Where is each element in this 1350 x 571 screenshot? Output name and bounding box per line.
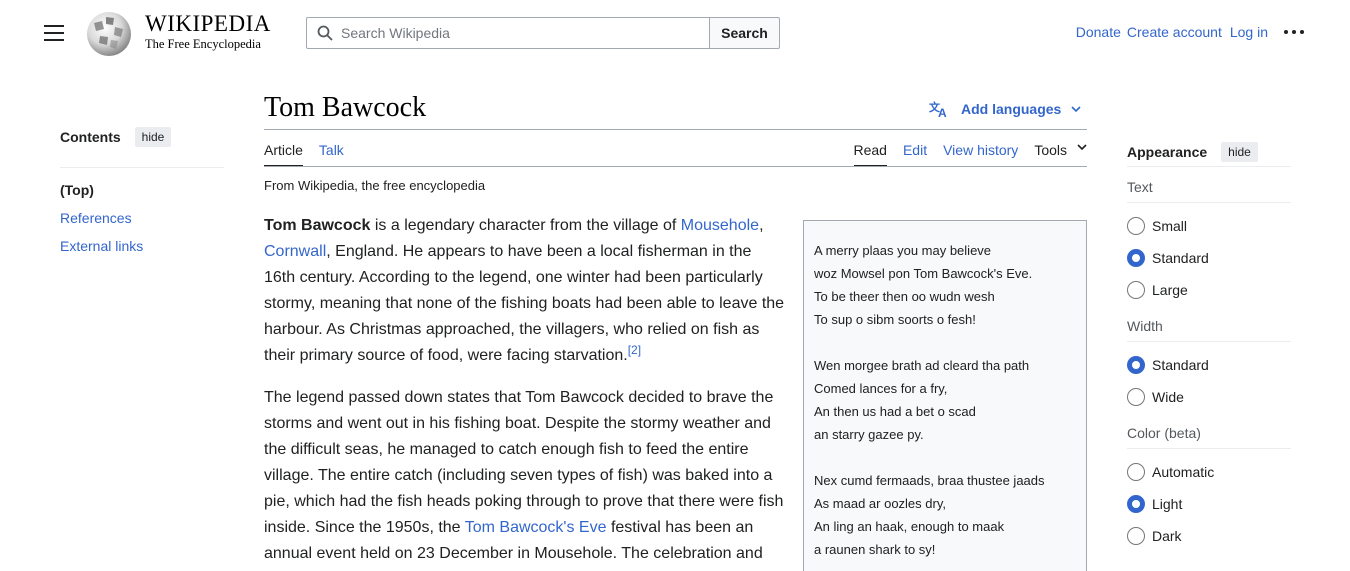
- subject-bold: Tom Bawcock: [264, 217, 371, 234]
- radio-button[interactable]: [1127, 463, 1145, 481]
- header: WIKIPEDIA The Free Encyclopedia Search D…: [0, 0, 1350, 66]
- log-in-link[interactable]: Log in: [1230, 24, 1268, 40]
- poem-line: To be theer then oo wudn wesh: [814, 289, 995, 304]
- width-label: Width: [1127, 316, 1291, 342]
- radio-button-selected[interactable]: [1127, 249, 1145, 267]
- poem-line: Wen morgee brath ad cleard tha path: [814, 358, 1030, 373]
- poem-line: A merry plaas you may believe: [814, 243, 992, 258]
- poem-stanza: Nex cumd fermaads, braa thustee jaads As…: [814, 469, 1076, 561]
- poem-line: An ling an haak, enough to maak: [814, 519, 1005, 534]
- wordmark-subtitle: The Free Encyclopedia: [145, 37, 261, 51]
- radio-button-selected[interactable]: [1127, 495, 1145, 513]
- donate-link[interactable]: Donate: [1076, 24, 1121, 40]
- radio-button[interactable]: [1127, 388, 1145, 406]
- tab-read[interactable]: Read: [853, 141, 887, 167]
- link-tom-bawcocks-eve[interactable]: Tom Bawcock's Eve: [465, 519, 607, 536]
- chevron-down-icon: [1071, 106, 1081, 113]
- namespace-tabs: Article Talk: [264, 141, 360, 167]
- search-box: [306, 17, 710, 49]
- poem-line: To sup o sibm soorts o fesh!: [814, 312, 976, 327]
- color-light-option[interactable]: Light: [1127, 488, 1291, 520]
- tabs-divider: [264, 166, 1087, 167]
- wikipedia-wordmark[interactable]: WIKIPEDIA The Free Encyclopedia: [145, 11, 271, 52]
- search-button[interactable]: Search: [709, 17, 780, 49]
- color-label: Color (beta): [1127, 423, 1291, 449]
- radio-button[interactable]: [1127, 281, 1145, 299]
- link-mousehole[interactable]: Mousehole: [681, 217, 759, 234]
- toc-item-external-links[interactable]: External links: [60, 236, 224, 264]
- text-size-standard-option[interactable]: Standard: [1127, 242, 1291, 274]
- toc-hide-button[interactable]: hide: [134, 127, 172, 147]
- toc-list: (Top) References External links: [60, 180, 224, 264]
- tab-edit[interactable]: Edit: [903, 141, 927, 167]
- page-title: Tom Bawcock: [264, 92, 427, 123]
- add-languages-button[interactable]: 文 A Add languages: [929, 100, 1081, 118]
- poem-box: A merry plaas you may believe woz Mowsel…: [803, 220, 1087, 571]
- user-links: Donate Create account Log in: [1070, 24, 1304, 40]
- color-dark-option[interactable]: Dark: [1127, 520, 1291, 552]
- radio-button[interactable]: [1127, 217, 1145, 235]
- poem-line: woz Mowsel pon Tom Bawcock's Eve.: [814, 266, 1033, 281]
- poem-line: As maad ar oozles dry,: [814, 496, 946, 511]
- poem-line: Comed lances for a fry,: [814, 381, 948, 396]
- paragraph-2: The legend passed down states that Tom B…: [264, 389, 784, 562]
- poem-line: an starry gazee py.: [814, 427, 924, 442]
- poem-stanza: Wen morgee brath ad cleard tha path Come…: [814, 354, 1076, 446]
- more-options-icon[interactable]: [1284, 24, 1304, 40]
- poem-stanza: A merry plaas you may believe woz Mowsel…: [814, 239, 1076, 331]
- tab-talk[interactable]: Talk: [319, 141, 344, 167]
- text-size-group: Text Small Standard Large: [1127, 177, 1291, 306]
- toc-item-references[interactable]: References: [60, 208, 224, 236]
- radio-button[interactable]: [1127, 527, 1145, 545]
- create-account-link[interactable]: Create account: [1127, 24, 1222, 40]
- table-of-contents: Contents hide (Top) References External …: [60, 127, 224, 264]
- text-size-small-option[interactable]: Small: [1127, 210, 1291, 242]
- poem-line: An then us had a bet o scad: [814, 404, 976, 419]
- view-tabs: Read Edit View history Tools: [838, 141, 1088, 167]
- toc-header: Contents hide: [60, 127, 224, 168]
- toc-title: Contents: [60, 129, 121, 145]
- main-menu-button[interactable]: [44, 25, 64, 41]
- color-automatic-option[interactable]: Automatic: [1127, 456, 1291, 488]
- radio-button-selected[interactable]: [1127, 356, 1145, 374]
- width-standard-option[interactable]: Standard: [1127, 349, 1291, 381]
- width-wide-option[interactable]: Wide: [1127, 381, 1291, 413]
- appearance-header: Appearance hide: [1127, 137, 1291, 167]
- text-size-large-option[interactable]: Large: [1127, 274, 1291, 306]
- title-divider: [264, 129, 1087, 130]
- wordmark-title: WIKIPEDIA: [145, 11, 271, 36]
- site-tagline: From Wikipedia, the free encyclopedia: [264, 178, 486, 193]
- link-cornwall[interactable]: Cornwall: [264, 243, 326, 260]
- search-input[interactable]: [341, 18, 701, 48]
- article-body: Tom Bawcock is a legendary character fro…: [264, 213, 786, 571]
- search-icon: [317, 25, 333, 41]
- reference-2[interactable]: [2]: [628, 343, 641, 357]
- appearance-hide-button[interactable]: hide: [1221, 141, 1258, 162]
- translate-icon: 文 A: [929, 100, 947, 118]
- paragraph-1: Tom Bawcock is a legendary character fro…: [264, 217, 785, 364]
- color-group: Color (beta) Automatic Light Dark: [1127, 423, 1291, 552]
- poem-line: Nex cumd fermaads, braa thustee jaads: [814, 473, 1045, 488]
- wikipedia-globe-logo[interactable]: [84, 9, 134, 57]
- appearance-title: Appearance: [1127, 143, 1208, 160]
- text-size-label: Text: [1127, 177, 1291, 203]
- tab-article[interactable]: Article: [264, 141, 303, 167]
- tools-label: Tools: [1034, 142, 1067, 158]
- poem-line: a raunen shark to sy!: [814, 542, 936, 557]
- tools-menu[interactable]: Tools: [1034, 141, 1087, 167]
- add-languages-label: Add languages: [961, 101, 1062, 117]
- toc-item-top[interactable]: (Top): [60, 180, 224, 208]
- width-group: Width Standard Wide: [1127, 316, 1291, 413]
- chevron-down-icon: [1077, 144, 1087, 151]
- svg-text:A: A: [938, 106, 947, 118]
- appearance-panel: Appearance hide Text Small Standard Larg…: [1127, 137, 1291, 552]
- tab-view-history[interactable]: View history: [943, 141, 1018, 167]
